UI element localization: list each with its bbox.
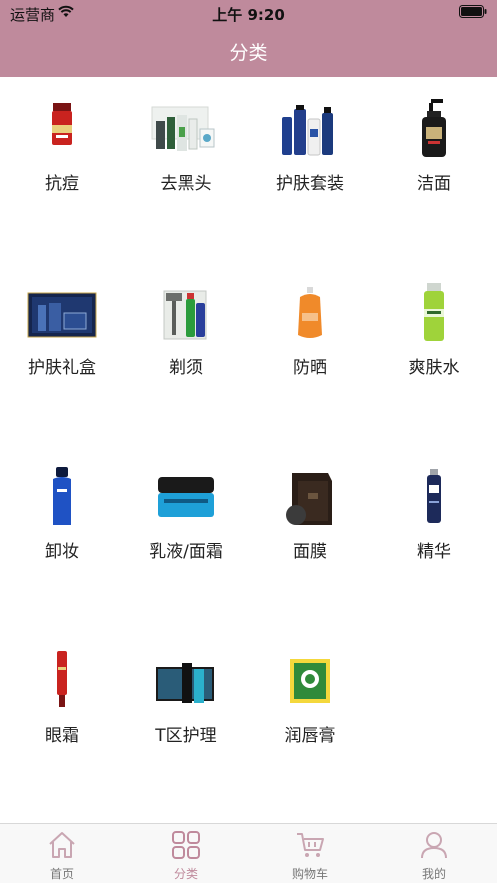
category-label: 润唇膏 [284, 726, 336, 746]
category-item-skincare-set[interactable]: 护肤套装 [248, 77, 372, 197]
status-bar: 运营商 上午 9:20 [0, 0, 497, 26]
home-icon [49, 832, 75, 858]
category-label: 卸妆 [45, 542, 79, 562]
blue-bottle-product-icon [53, 467, 71, 525]
skincare-set-product-icon [151, 106, 215, 151]
category-item-acne[interactable]: 抗痘 [0, 77, 124, 197]
category-label: 去黑头 [160, 174, 212, 194]
green-toner-product-icon [424, 283, 444, 341]
tab-label: 分类 [173, 867, 198, 881]
battery-icon [459, 5, 487, 18]
blue-bottles-product-icon [282, 105, 333, 156]
red-bottle-product-icon [52, 103, 72, 145]
category-item-lotion-cream[interactable]: 乳液/面霜 [124, 445, 248, 565]
category-item-shaving[interactable]: 剃须 [124, 261, 248, 381]
razor-product-icon [163, 290, 207, 340]
category-item-t-zone[interactable]: T区护理 [124, 629, 248, 749]
tab-bar: 首页 分类 购物车 我的 [0, 823, 497, 883]
cream-jar-product-icon [158, 477, 214, 517]
category-label: 爽肤水 [408, 358, 460, 378]
category-grid-icon [172, 831, 200, 859]
category-item-cleanser[interactable]: 洁面 [372, 77, 496, 197]
category-item-lip-balm[interactable]: 润唇膏 [248, 629, 372, 749]
tab-home[interactable]: 首页 [0, 824, 124, 883]
category-label: 护肤套装 [276, 174, 344, 194]
category-item-gift-box[interactable]: 护肤礼盒 [0, 261, 124, 381]
tab-mine[interactable]: 我的 [372, 824, 496, 883]
category-label: 抗痘 [45, 174, 79, 194]
category-item-blackhead[interactable]: 去黑头 [124, 77, 248, 197]
gift-box-product-icon [27, 292, 97, 338]
category-item-eye-cream[interactable]: 眼霜 [0, 629, 124, 749]
tab-label: 首页 [49, 867, 74, 881]
eye-cream-product-icon [57, 651, 67, 707]
user-icon [421, 832, 447, 859]
category-label: 护肤礼盒 [28, 358, 96, 378]
t-zone-set-product-icon [156, 663, 214, 703]
category-label: 眼霜 [45, 726, 79, 746]
tab-label: 我的 [421, 867, 446, 881]
tab-category[interactable]: 分类 [124, 824, 248, 883]
category-item-serum[interactable]: 精华 [372, 445, 496, 565]
category-item-sunscreen[interactable]: 防晒 [248, 261, 372, 381]
category-label: 洁面 [417, 174, 451, 194]
category-item-mask[interactable]: 面膜 [248, 445, 372, 565]
category-grid: 抗痘 去黑头 护肤套装 洁面 护肤礼盒 剃须 防晒 爽肤水 卸妆 乳液/面霜 面… [0, 77, 497, 823]
sunscreen-product-icon [298, 287, 322, 338]
tab-cart[interactable]: 购物车 [248, 824, 372, 883]
category-item-makeup-remover[interactable]: 卸妆 [0, 445, 124, 565]
category-label: 乳液/面霜 [149, 542, 223, 562]
lip-balm-product-icon [290, 659, 330, 703]
page-title: 分类 [229, 42, 268, 64]
tab-label: 购物车 [291, 867, 328, 881]
mask-box-product-icon [286, 473, 332, 525]
cart-icon [297, 833, 324, 857]
category-item-toner[interactable]: 爽肤水 [372, 261, 496, 381]
category-label: 防晒 [293, 358, 327, 378]
category-label: T区护理 [155, 726, 217, 746]
serum-product-icon [427, 469, 441, 523]
status-time: 上午 9:20 [212, 6, 285, 24]
navigation-bar: 运营商 上午 9:20 分类 [0, 0, 497, 77]
category-label: 精华 [417, 542, 451, 562]
pump-bottle-product-icon [422, 99, 446, 157]
category-label: 剃须 [169, 358, 203, 378]
category-label: 面膜 [293, 542, 327, 562]
